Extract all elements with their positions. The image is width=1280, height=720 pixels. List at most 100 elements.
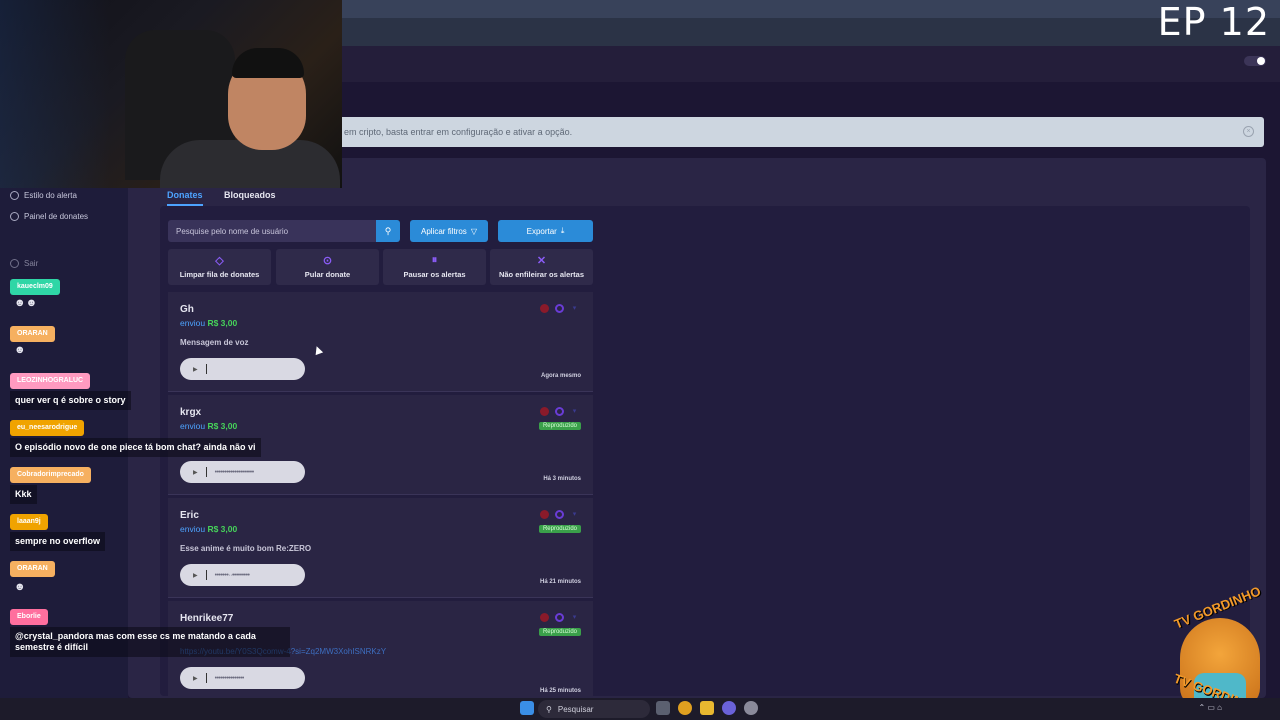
search-button[interactable]: ⚲ (376, 220, 400, 242)
chrome-icon[interactable] (678, 701, 692, 715)
search-input[interactable] (168, 220, 376, 242)
donation-amount: enviou R$ 3,00 (180, 524, 238, 534)
emote-icon: ☻☻ (14, 297, 38, 309)
discord-icon[interactable] (722, 701, 736, 715)
block-icon[interactable] (540, 510, 549, 519)
browser-toolbar (342, 0, 1280, 46)
donation-amount: enviou R$ 3,00 (180, 318, 238, 328)
folder-icon[interactable] (700, 701, 714, 715)
filter-icon: ▽ (470, 226, 477, 236)
export-button[interactable]: Exportar ⤓ (498, 220, 593, 242)
skip-donate-button[interactable]: ⊙ Pular donate (276, 249, 379, 285)
audio-player[interactable]: ▶ (180, 358, 305, 380)
obs-icon[interactable] (744, 701, 758, 715)
playhead (205, 570, 207, 580)
replay-icon[interactable] (555, 304, 564, 313)
replay-icon[interactable] (555, 510, 564, 519)
more-icon[interactable]: ▾ (570, 304, 579, 313)
bell-off-icon: ✕ (536, 255, 547, 267)
playhead (205, 673, 207, 683)
donor-name: Henrikee77 (180, 613, 234, 624)
play-icon[interactable]: ▶ (193, 366, 198, 373)
more-icon[interactable]: ▾ (570, 510, 579, 519)
audio-player[interactable]: ▶ ••••••••••••••• (180, 667, 305, 689)
sidebar-item-alert-style[interactable]: Estilo do alerta (10, 191, 77, 200)
action-label: Pausar os alertas (403, 270, 466, 279)
donation-time: Agora mesmo (540, 373, 581, 379)
emote-icon: ☻ (14, 581, 26, 593)
webcam-person-hair (232, 48, 304, 78)
task-view-icon[interactable] (656, 701, 670, 715)
export-label: Exportar (526, 226, 557, 236)
waveform: •••••••··••••••••• (214, 571, 250, 579)
sidebar-item-logout[interactable]: Sair (10, 259, 38, 268)
chat-username: laaan9j (10, 514, 48, 530)
donor-name: Gh (180, 304, 194, 315)
theme-toggle[interactable] (1244, 56, 1266, 66)
donation-card: Eric enviou R$ 3,00 Esse anime é muito b… (168, 498, 593, 598)
taskbar: ⚲ Pesquisar ⌃ ▭ ⌂ (0, 698, 1280, 720)
status-badge: Reproduzido (538, 422, 581, 430)
search-icon: ⚲ (546, 704, 552, 714)
pause-alerts-button[interactable]: ⏸ Pausar os alertas (383, 249, 486, 285)
apply-filters-button[interactable]: Aplicar filtros ▽ (410, 220, 488, 242)
status-badge: Reproduzido (538, 628, 581, 636)
play-icon[interactable]: ▶ (193, 469, 198, 476)
chat-message: quer ver q é sobre o story (10, 391, 131, 410)
action-label: Limpar fila de donates (179, 270, 260, 279)
replay-icon[interactable] (555, 613, 564, 622)
chat-username: ORARAN (10, 561, 55, 577)
donation-controls: ▾ (540, 510, 579, 519)
donation-message: Mensagem de voz (180, 338, 249, 347)
donation-controls: ▾ (540, 407, 579, 416)
more-icon[interactable]: ▾ (570, 613, 579, 622)
sidebar-item-label: Estilo do alerta (24, 191, 77, 200)
play-icon[interactable]: ▶ (193, 675, 198, 682)
windows-start-icon[interactable] (520, 701, 534, 715)
playhead (205, 364, 207, 374)
episode-label: EP 12 (1157, 0, 1270, 44)
donation-time: Há 3 minutos (543, 476, 581, 482)
waveform: ••••••••••••••• (214, 674, 245, 682)
donation-amount: enviou R$ 3,00 (180, 421, 238, 431)
playhead (205, 467, 207, 477)
chat-message: sempre no overflow (10, 532, 106, 551)
system-tray[interactable]: ⌃ ▭ ⌂ (1198, 703, 1222, 712)
sidebar-item-donates-panel[interactable]: Painel de donates (10, 212, 88, 221)
pause-icon: ⏸ (431, 254, 438, 266)
block-icon[interactable] (540, 613, 549, 622)
clear-queue-button[interactable]: ◇ Limpar fila de donates (168, 249, 271, 285)
replay-icon[interactable] (555, 407, 564, 416)
webcam-feed (0, 0, 342, 188)
chat-username: Cobradorimprecado (10, 467, 91, 483)
audio-player[interactable]: ▶ •••••••••••••••••••• (180, 461, 305, 483)
donation-time: Há 25 minutos (539, 688, 581, 694)
skip-icon: ⊙ (322, 255, 333, 267)
chat-message: Kkk (10, 485, 37, 504)
taskbar-search[interactable]: ⚲ Pesquisar (538, 700, 650, 718)
no-queue-alerts-button[interactable]: ✕ Não enfileirar os alertas (490, 249, 593, 285)
eraser-icon: ◇ (215, 255, 224, 267)
donation-controls: ▾ (540, 304, 579, 313)
chat-message: @crystal_pandora mas com esse cs me mata… (10, 627, 290, 657)
action-label: Não enfileirar os alertas (498, 270, 585, 279)
donor-name: krgx (180, 407, 202, 418)
taskbar-search-label: Pesquisar (557, 704, 594, 714)
block-icon[interactable] (540, 407, 549, 416)
tab-bloqueados[interactable]: Bloqueados (224, 190, 276, 200)
webcam-light (0, 0, 110, 188)
tab-donates[interactable]: Donates (167, 190, 203, 206)
audio-player[interactable]: ▶ •••••••··••••••••• (180, 564, 305, 586)
search-icon: ⚲ (384, 226, 392, 236)
status-badge: Reproduzido (538, 525, 581, 533)
donor-name: Eric (180, 510, 199, 521)
info-banner: em cripto, basta entrar em configuração … (330, 117, 1264, 147)
play-icon[interactable]: ▶ (193, 572, 198, 579)
donation-card: Gh enviou R$ 3,00 Mensagem de voz ▶ ▾ Ag… (168, 292, 593, 392)
close-icon[interactable]: × (1243, 126, 1254, 137)
chat-username: ORARAN (10, 326, 55, 342)
donation-message: Esse anime é muito bom Re:ZERO (180, 544, 312, 553)
more-icon[interactable]: ▾ (570, 407, 579, 416)
download-icon: ⤓ (560, 226, 565, 235)
block-icon[interactable] (540, 304, 549, 313)
